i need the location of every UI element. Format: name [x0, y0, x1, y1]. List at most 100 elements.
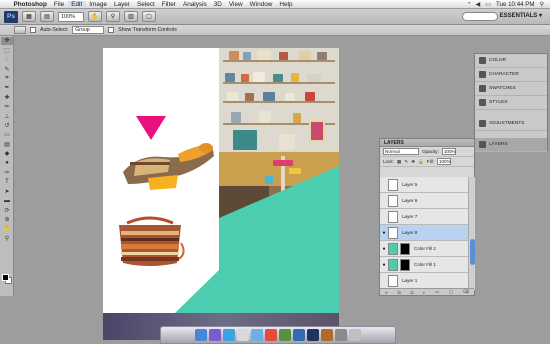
zoom-level-field[interactable]: 100%: [58, 11, 84, 22]
dashboard-icon[interactable]: [209, 329, 221, 341]
menu-3d[interactable]: 3D: [210, 1, 225, 8]
lock-image-icon[interactable]: ✎: [404, 159, 408, 165]
healing-tool-icon[interactable]: ✚: [1, 93, 13, 102]
panel-dock: COLOR CHARACTER SWATCHES STYLES ADJUSTME…: [474, 53, 548, 152]
layer-row-layer-7[interactable]: Layer 7: [380, 209, 468, 225]
auto-select-dropdown[interactable]: Group: [72, 26, 105, 34]
menu-window[interactable]: Window: [246, 1, 276, 8]
eyedropper-tool-icon[interactable]: ✒: [1, 84, 13, 93]
menu-image[interactable]: Image: [86, 1, 111, 8]
document-canvas[interactable]: [103, 48, 339, 340]
bridge-button[interactable]: ▦: [22, 11, 36, 22]
iphoto-icon[interactable]: [279, 329, 291, 341]
layer-row-layer-1[interactable]: Layer 1: [380, 273, 468, 289]
layer-row-layer-8[interactable]: ● Layer 8: [380, 225, 468, 241]
swatches-panel-tab[interactable]: SWATCHES: [475, 82, 547, 96]
tool-preset-picker[interactable]: [14, 26, 26, 34]
auto-select-checkbox[interactable]: [30, 27, 36, 33]
menu-filter[interactable]: Filter: [158, 1, 179, 8]
layer-row-color-fill-2[interactable]: ● Color Fill 2: [380, 241, 468, 257]
quick-select-tool-icon[interactable]: ✎: [1, 65, 13, 74]
preferences-icon[interactable]: [335, 329, 347, 341]
menu-file[interactable]: File: [50, 1, 67, 8]
eye-icon[interactable]: ●: [380, 262, 388, 268]
pen-tool-icon[interactable]: ✑: [1, 168, 13, 177]
safari-icon[interactable]: [223, 329, 235, 341]
layers-panel-title[interactable]: LAYERS: [380, 139, 474, 147]
calendar-icon[interactable]: [265, 329, 277, 341]
character-panel-tab[interactable]: CHARACTER: [475, 68, 547, 82]
color-panel-tab[interactable]: COLOR: [475, 54, 547, 68]
ichat-icon[interactable]: [251, 329, 263, 341]
layer-row-layer-6[interactable]: Layer 6: [380, 193, 468, 209]
hand-tool-button[interactable]: ✋: [88, 11, 102, 22]
layer-row-color-fill-1[interactable]: ● Color Fill 1: [380, 257, 468, 273]
type-tool-icon[interactable]: T: [1, 177, 13, 186]
zoom-tool-icon[interactable]: ⚲: [1, 234, 13, 243]
new-layer-icon[interactable]: ▢: [449, 289, 453, 295]
eye-icon[interactable]: ●: [380, 230, 388, 236]
menu-view[interactable]: View: [225, 1, 246, 8]
battery-icon[interactable]: ▭: [485, 1, 491, 8]
adjustments-panel-tab[interactable]: ADJUSTMENTS: [475, 117, 547, 131]
volume-icon[interactable]: ◀: [476, 1, 481, 8]
menu-clock[interactable]: Tue 10:44 PM: [496, 1, 535, 8]
blend-mode-dropdown[interactable]: Normal: [383, 148, 419, 155]
new-group-icon[interactable]: ▭: [435, 289, 439, 295]
eraser-tool-icon[interactable]: ▭: [1, 131, 13, 140]
link-layers-icon[interactable]: ∞: [385, 290, 388, 295]
menu-help[interactable]: Help: [276, 1, 296, 8]
path-select-tool-icon[interactable]: ➤: [1, 187, 13, 196]
menu-layer[interactable]: Layer: [110, 1, 133, 8]
move-tool-icon[interactable]: ✥: [1, 36, 13, 46]
lasso-tool-icon[interactable]: ◌: [1, 55, 13, 64]
illustrator-dock-icon[interactable]: [321, 329, 333, 341]
mail-icon[interactable]: [237, 329, 249, 341]
menu-analysis[interactable]: Analysis: [179, 1, 210, 8]
fill-field[interactable]: 100%: [436, 158, 451, 165]
shape-tool-icon[interactable]: ▬: [1, 196, 13, 205]
lock-position-icon[interactable]: ✥: [411, 159, 415, 165]
arrange-documents-button[interactable]: ▥: [124, 11, 138, 22]
zoom-tool-button[interactable]: ⚲: [106, 11, 120, 22]
blur-tool-icon[interactable]: ◆: [1, 149, 13, 158]
eye-icon[interactable]: ●: [380, 246, 388, 252]
layers-scroll-thumb[interactable]: [470, 239, 475, 265]
crop-tool-icon[interactable]: ⌗: [1, 74, 13, 83]
marquee-tool-icon[interactable]: ⬚: [1, 46, 13, 55]
gradient-tool-icon[interactable]: ▤: [1, 140, 13, 149]
styles-panel-tab[interactable]: STYLES: [475, 96, 547, 110]
spotlight-icon[interactable]: ⚲: [540, 1, 544, 8]
layer-row-layer-5[interactable]: Layer 5: [380, 177, 468, 193]
lock-all-icon[interactable]: 🔒: [418, 159, 424, 165]
itunes-icon[interactable]: [293, 329, 305, 341]
lock-transparent-icon[interactable]: ▦: [397, 159, 401, 165]
3d-orbit-tool-icon[interactable]: ⊛: [1, 215, 13, 224]
dodge-tool-icon[interactable]: ●: [1, 159, 13, 168]
3d-rotate-tool-icon[interactable]: ⟳: [1, 206, 13, 215]
view-extras-button[interactable]: ▤: [40, 11, 54, 22]
opacity-field[interactable]: 100%: [441, 148, 456, 155]
menu-app-name[interactable]: Photoshop: [10, 1, 50, 8]
workspace-switcher[interactable]: ESSENTIALS ▾: [500, 12, 542, 19]
layer-style-icon[interactable]: fx: [398, 290, 402, 295]
photoshop-dock-icon[interactable]: [307, 329, 319, 341]
clone-stamp-tool-icon[interactable]: ⊥: [1, 112, 13, 121]
show-transform-checkbox[interactable]: [108, 27, 115, 33]
screen-mode-button[interactable]: ▢: [142, 11, 156, 22]
menu-edit[interactable]: Edit: [67, 0, 86, 8]
foreground-color-swatch[interactable]: [2, 274, 9, 281]
hand-tool-icon[interactable]: ✋: [1, 224, 13, 233]
layers-panel-tab[interactable]: LAYERS: [475, 138, 547, 152]
adjustment-layer-icon[interactable]: ◐: [423, 290, 426, 295]
finder-icon[interactable]: [195, 329, 207, 341]
menu-select[interactable]: Select: [133, 1, 158, 8]
wifi-icon[interactable]: ◔: [467, 1, 471, 7]
delete-layer-icon[interactable]: ⌫: [463, 289, 469, 295]
add-mask-icon[interactable]: ◘: [411, 290, 414, 295]
history-brush-tool-icon[interactable]: ↺: [1, 121, 13, 130]
trash-icon[interactable]: [349, 329, 361, 341]
layers-scrollbar[interactable]: [468, 177, 475, 290]
brush-tool-icon[interactable]: ✏: [1, 102, 13, 111]
search-input[interactable]: [462, 12, 498, 21]
